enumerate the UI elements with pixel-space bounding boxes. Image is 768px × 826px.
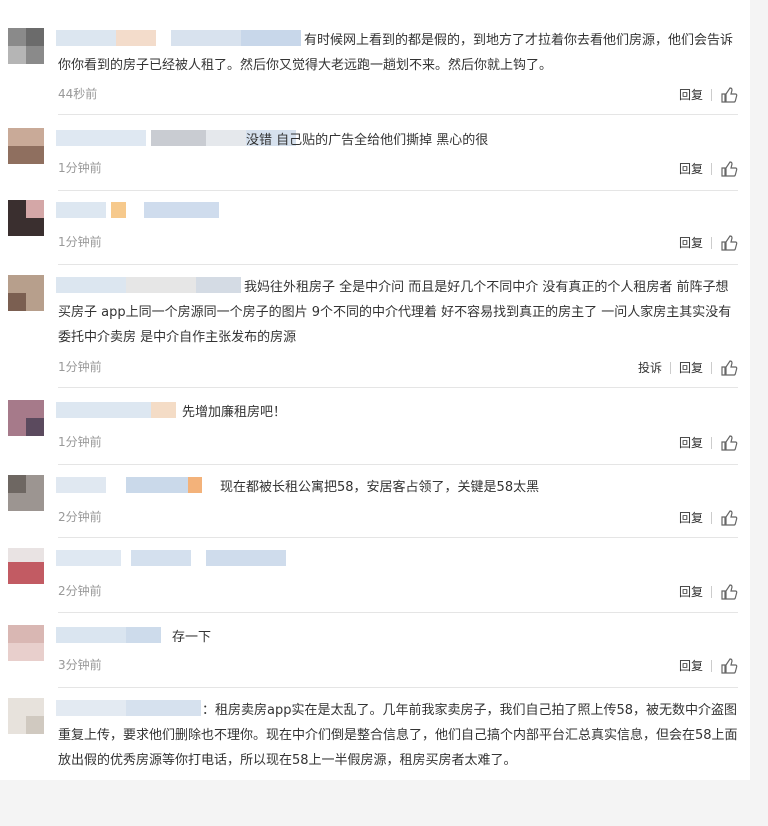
comment-text: 先增加廉租房吧！ [182, 405, 287, 420]
action-separator [711, 163, 712, 175]
comment-text: 有时候网上看到的都是假的，到地方了才拉着你去看他们房源，他们会告诉你你看到的房子… [58, 33, 734, 73]
reply-button[interactable]: 回复 [671, 235, 711, 251]
action-separator [711, 512, 712, 524]
avatar[interactable] [8, 548, 44, 584]
report-button[interactable]: 投诉 [630, 360, 670, 376]
thumbs-up-icon[interactable] [720, 509, 738, 527]
comment-time: 1分钟前 [58, 435, 102, 449]
action-separator [711, 237, 712, 249]
comment-text: 存一下 [172, 630, 212, 645]
comment-time: 2分钟前 [58, 510, 102, 524]
avatar[interactable] [8, 625, 44, 661]
avatar[interactable] [8, 128, 44, 164]
comment-time: 44秒前 [58, 87, 98, 101]
divider [58, 264, 738, 265]
comment-text: 我妈往外租房子 全是中介问 而且是好几个不同中介 没有真正的个人租房者 前阵子想… [58, 280, 732, 345]
divider [58, 387, 738, 388]
reply-button[interactable]: 回复 [671, 435, 711, 451]
thumbs-up-icon[interactable] [720, 160, 738, 178]
thumbs-up-icon[interactable] [720, 657, 738, 675]
action-separator [711, 586, 712, 598]
comment-text: 没错 自己贴的广告全给他们撕掉 黑心的很 [246, 133, 489, 148]
comment-text: 现在都被长租公寓把58，安居客占领了，关键是58太黑 [220, 480, 540, 495]
comment-time: 3分钟前 [58, 658, 102, 672]
reply-button[interactable]: 回复 [671, 584, 711, 600]
reply-button[interactable]: 回复 [671, 161, 711, 177]
thumbs-up-icon[interactable] [720, 359, 738, 377]
action-separator [711, 89, 712, 101]
divider [58, 190, 738, 191]
avatar[interactable] [8, 400, 44, 436]
thumbs-up-icon[interactable] [720, 434, 738, 452]
divider [58, 114, 738, 115]
comment-text: ：租房卖房app实在是太乱了。几年前我家卖房子，我们自己拍了照上传58，被无数中… [58, 703, 738, 768]
avatar[interactable] [8, 275, 44, 311]
action-separator [711, 362, 712, 374]
reply-button[interactable]: 回复 [671, 658, 711, 674]
action-separator [711, 437, 712, 449]
avatar[interactable] [8, 200, 44, 236]
divider [58, 687, 738, 688]
thumbs-up-icon[interactable] [720, 234, 738, 252]
avatar[interactable] [8, 475, 44, 511]
thumbs-up-icon[interactable] [720, 86, 738, 104]
divider [58, 612, 738, 613]
comment-time: 1分钟前 [58, 360, 102, 374]
divider [58, 464, 738, 465]
reply-button[interactable]: 回复 [671, 510, 711, 526]
divider [58, 537, 738, 538]
avatar[interactable] [8, 698, 44, 734]
comment-time: 1分钟前 [58, 235, 102, 249]
avatar[interactable] [8, 28, 44, 64]
comment-time: 2分钟前 [58, 584, 102, 598]
thumbs-up-icon[interactable] [720, 583, 738, 601]
reply-button[interactable]: 回复 [671, 360, 711, 376]
comment-list: 有时候网上看到的都是假的，到地方了才拉着你去看他们房源，他们会告诉你你看到的房子… [0, 0, 750, 780]
action-separator [711, 660, 712, 672]
comment-time: 1分钟前 [58, 161, 102, 175]
reply-button[interactable]: 回复 [671, 87, 711, 103]
